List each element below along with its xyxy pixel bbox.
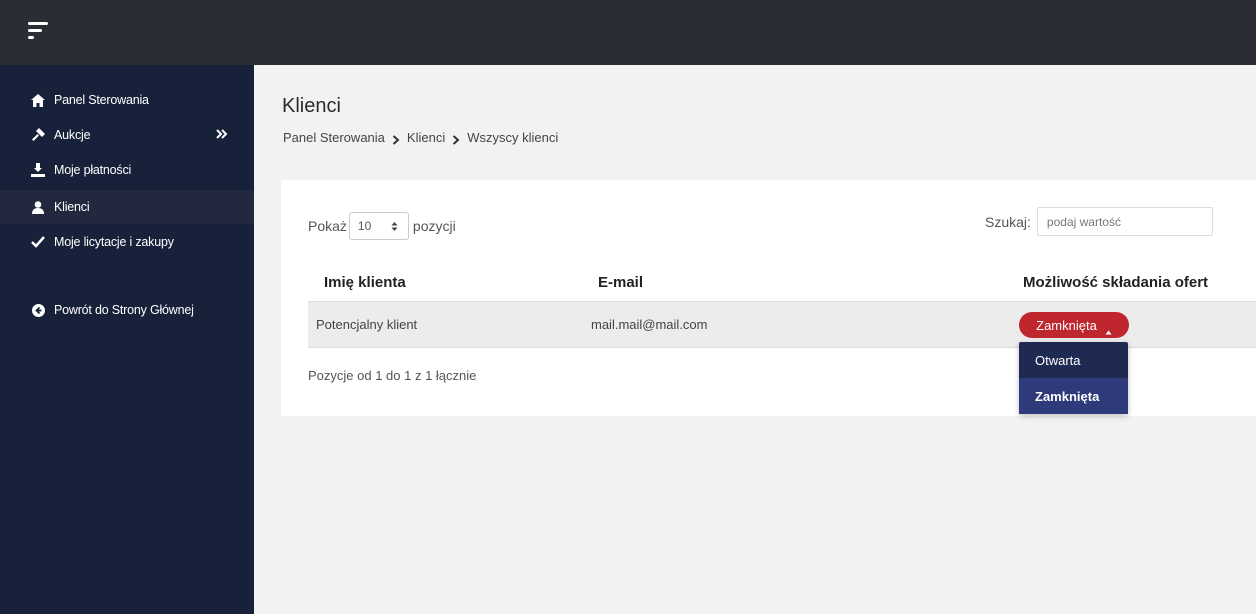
breadcrumb: Panel Sterowania Klienci Wszyscy klienci [283, 130, 558, 145]
page-length-value: 10 [357, 219, 372, 233]
page-length-control: Pokaż 10 pozycji [308, 212, 456, 240]
search-control: Szukaj: [985, 207, 1213, 236]
table-header: Imię klienta E-mail Możliwość składania … [308, 266, 1256, 302]
payment-icon [31, 163, 45, 177]
offer-status-dropdown-button[interactable]: Zamknięta [1019, 312, 1129, 338]
sidebar-item-aukcje[interactable]: Aukcje [0, 118, 254, 152]
status-option-zamknieta[interactable]: Zamknięta [1019, 378, 1128, 414]
page-length-select[interactable]: 10 [348, 212, 409, 240]
sidebar-item-label: Moje płatności [54, 163, 132, 177]
sidebar-item-moje-platnosci[interactable]: Moje płatności [0, 153, 254, 187]
column-header-email[interactable]: E-mail [598, 274, 643, 291]
status-option-otwarta[interactable]: Otwarta [1019, 342, 1128, 378]
menu-icon[interactable] [28, 20, 50, 42]
search-label: Szukaj: [985, 213, 1031, 230]
main-content: Klienci Panel Sterowania Klienci Wszyscy… [254, 65, 1256, 614]
show-label: Pokaż [308, 218, 347, 234]
chevron-right-icon [392, 133, 400, 145]
chevron-right-icon [452, 133, 460, 145]
breadcrumb-item[interactable]: Klienci [407, 130, 445, 145]
home-icon [31, 93, 45, 107]
column-header-name[interactable]: Imię klienta [324, 274, 406, 291]
column-header-offers[interactable]: Możliwość składania ofert [1023, 274, 1208, 291]
search-input[interactable] [1036, 207, 1213, 236]
sidebar-item-label: Moje licytacje i zakupy [54, 235, 174, 249]
gavel-icon [31, 128, 45, 142]
sidebar-item-label: Panel Sterowania [54, 93, 149, 107]
table-info: Pozycje od 1 do 1 z 1 łącznie [308, 368, 477, 383]
sidebar-item-label: Klienci [54, 200, 90, 214]
sort-arrows-icon [391, 221, 398, 232]
sidebar-item-klienci[interactable]: Klienci [0, 190, 254, 224]
sidebar-item-powrot[interactable]: Powrót do Strony Głównej [0, 293, 254, 327]
client-name-cell: Potencjalny klient [316, 317, 418, 332]
sidebar-item-moje-licytacje[interactable]: Moje licytacje i zakupy [0, 225, 254, 259]
sidebar-item-label: Aukcje [54, 128, 91, 142]
caret-up-icon [1105, 323, 1112, 334]
show-suffix: pozycji [412, 218, 456, 234]
page-title: Klienci [282, 95, 341, 117]
sidebar: Panel Sterowania Aukcje Moje płatności K… [0, 65, 254, 614]
top-bar [0, 0, 1256, 65]
breadcrumb-item: Wszyscy klienci [467, 130, 559, 145]
table-row: Potencjalny klient mail.mail@mail.com Za… [308, 301, 1256, 348]
check-icon [31, 235, 45, 249]
breadcrumb-item[interactable]: Panel Sterowania [283, 130, 385, 145]
client-email-cell: mail.mail@mail.com [591, 317, 708, 332]
sidebar-item-panel-sterowania[interactable]: Panel Sterowania [0, 83, 254, 117]
user-icon [31, 200, 45, 214]
offer-status-menu: Otwarta Zamknięta [1019, 342, 1128, 414]
status-label: Zamknięta [1036, 317, 1097, 333]
back-arrow-icon [31, 303, 45, 317]
sidebar-item-label: Powrót do Strony Głównej [54, 303, 194, 317]
double-chevron-right-icon[interactable] [216, 128, 228, 140]
